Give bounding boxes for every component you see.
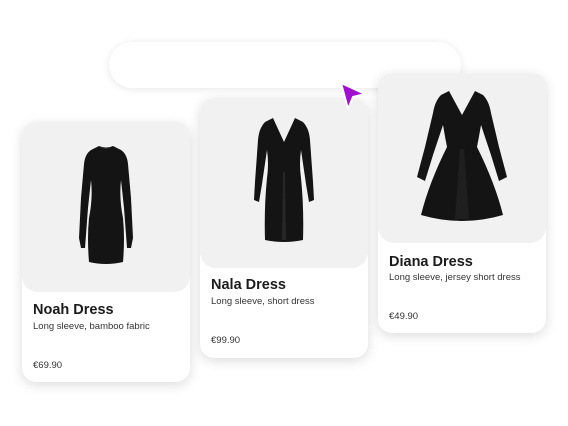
product-description: Long sleeve, jersey short dress <box>389 272 521 283</box>
product-showcase: Noah Dress Long sleeve, bamboo fabric €6… <box>0 0 568 426</box>
skater-dress-image <box>417 91 507 221</box>
product-price: €69.90 <box>33 360 63 371</box>
product-name: Noah Dress <box>33 302 114 318</box>
product-price: €99.90 <box>211 335 241 346</box>
v-neck-sheath-dress-image <box>254 118 314 242</box>
product-card-nala[interactable]: Nala Dress Long sleeve, short dress €99.… <box>200 98 368 358</box>
product-image-area[interactable] <box>22 122 190 292</box>
product-name: Diana Dress <box>389 254 473 270</box>
product-description: Long sleeve, short dress <box>211 296 315 307</box>
bodycon-dress-image <box>79 146 133 264</box>
product-image-area[interactable] <box>378 73 546 243</box>
product-card-diana[interactable]: Diana Dress Long sleeve, jersey short dr… <box>378 73 546 333</box>
product-card-noah[interactable]: Noah Dress Long sleeve, bamboo fabric €6… <box>22 122 190 382</box>
product-description: Long sleeve, bamboo fabric <box>33 321 150 332</box>
product-price: €49.90 <box>389 311 419 322</box>
cursor-pointer-icon <box>340 82 366 110</box>
product-name: Nala Dress <box>211 277 286 293</box>
product-image-area[interactable] <box>200 98 368 268</box>
